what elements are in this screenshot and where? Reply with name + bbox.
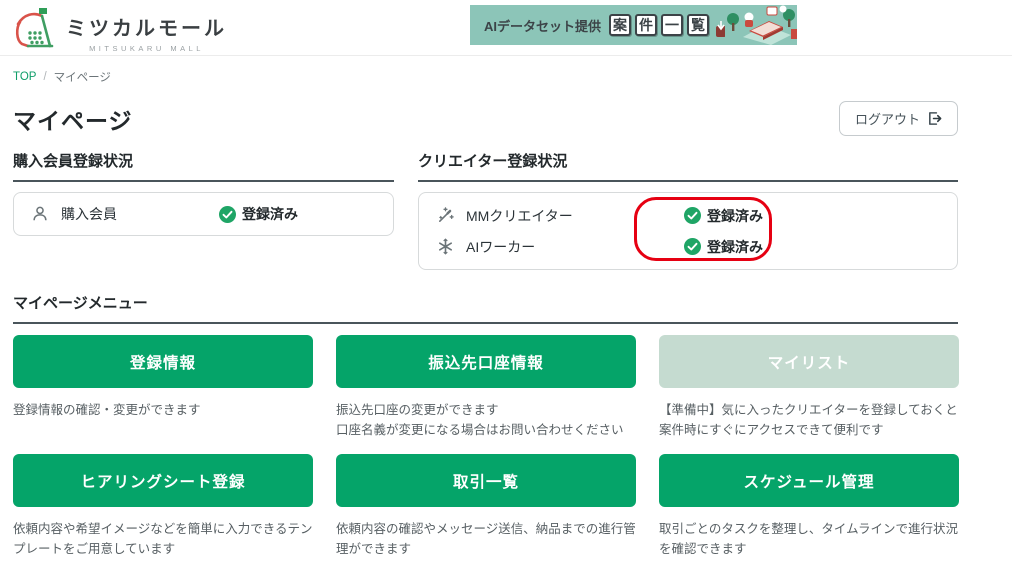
logo-title: ミツカルモール (66, 18, 227, 40)
menu-item: 登録情報 登録情報の確認・変更ができます (13, 335, 313, 440)
purchase-member-card: 購入会員 登録済み (13, 192, 394, 236)
creator-status-section: クリエイター登録状況 MMクリエイター 登録済み AIワーカー 登録済み (418, 150, 958, 270)
logout-icon (927, 111, 942, 126)
logout-button[interactable]: ログアウト (838, 101, 958, 136)
menu-section-heading: マイページメニュー (13, 292, 958, 324)
menu-description: 依頼内容や希望イメージなどを簡単に入力できるテンプレートをご用意しています (13, 522, 313, 556)
menu-item: 取引一覧 依頼内容の確認やメッセージ送信、納品までの進行管理ができます (336, 454, 636, 559)
breadcrumb-current: マイページ (53, 72, 111, 84)
creator-mm-label: MMクリエイター (466, 207, 573, 224)
ai-dataset-banner[interactable]: AIデータセット提供 案 件 一 覧 (470, 5, 797, 45)
creator-section-heading: クリエイター登録状況 (418, 150, 958, 182)
person-icon (29, 205, 51, 223)
menu-grid: 登録情報 登録情報の確認・変更ができます 振込先口座情報 振込先口座の変更ができ… (13, 335, 959, 571)
status-badge-label: 登録済み (707, 238, 763, 255)
purchase-status-section: 購入会員登録状況 購入会員 登録済み (13, 150, 394, 270)
status-badge: 登録済み (684, 206, 763, 226)
menu-button-registration-info[interactable]: 登録情報 (13, 335, 313, 388)
creator-row-ai: AIワーカー 登録済み (434, 231, 942, 262)
banner-label: AIデータセット提供 (484, 18, 602, 34)
menu-description: 依頼内容の確認やメッセージ送信、納品までの進行管理ができます (336, 522, 636, 556)
check-circle-icon (219, 205, 236, 223)
check-circle-icon (684, 207, 701, 224)
status-badge: 登録済み (684, 237, 763, 257)
menu-description: 登録情報の確認・変更ができます (13, 403, 201, 417)
menu-button-hearing-sheet[interactable]: ヒアリングシート登録 (13, 454, 313, 507)
status-badge-label: 登録済み (242, 206, 298, 222)
creator-ai-label: AIワーカー (466, 238, 536, 255)
menu-description: 振込先口座の変更ができます 口座名義が変更になる場合はお問い合わせください (336, 403, 624, 437)
mypage-menu-section: マイページメニュー 登録情報 登録情報の確認・変更ができます 振込先口座情報 振… (13, 292, 959, 571)
banner-box-char: 件 (635, 14, 658, 36)
menu-item: スケジュール管理 取引ごとのタスクを整理し、タイムラインで進行状況を確認できます (659, 454, 959, 559)
menu-button-my-list: マイリスト (659, 335, 959, 388)
banner-box-char: 案 (609, 14, 632, 36)
status-badge-label: 登録済み (707, 207, 763, 224)
my-page: ミツカルモール MITSUKARU MALL AIデータセット提供 案 件 一 … (0, 0, 1012, 571)
breadcrumb-top-link[interactable]: TOP (13, 71, 36, 83)
logout-button-label: ログアウト (854, 112, 920, 127)
breadcrumb-separator: / (43, 71, 47, 83)
menu-description: 取引ごとのタスクを整理し、タイムラインで進行状況を確認できます (659, 522, 959, 556)
breadcrumb: TOP / マイページ (13, 69, 1012, 85)
house-logo-icon (14, 6, 58, 50)
menu-description: 【準備中】気に入ったクリエイターを登録しておくと案件時にすぐにアクセスできて便利… (659, 403, 958, 437)
menu-item: マイリスト 【準備中】気に入ったクリエイターを登録しておくと案件時にすぐにアクセ… (659, 335, 959, 440)
banner-boxed-title: 案 件 一 覧 (609, 14, 710, 36)
banner-box-char: 覧 (687, 14, 710, 36)
purchase-member-label: 購入会員 (61, 206, 117, 222)
creator-status-card: MMクリエイター 登録済み AIワーカー 登録済み (418, 192, 958, 270)
site-logo[interactable]: ミツカルモール MITSUKARU MALL (14, 6, 227, 53)
logo-subtitle: MITSUKARU MALL (89, 44, 204, 53)
menu-button-transactions[interactable]: 取引一覧 (336, 454, 636, 507)
menu-button-schedule[interactable]: スケジュール管理 (659, 454, 959, 507)
hub-icon (434, 237, 456, 256)
banner-illustration (725, 5, 797, 45)
menu-item: 振込先口座情報 振込先口座の変更ができます 口座名義が変更になる場合はお問い合わ… (336, 335, 636, 440)
purchase-section-heading: 購入会員登録状況 (13, 150, 394, 182)
banner-box-char: 一 (661, 14, 684, 36)
creator-row-mm: MMクリエイター 登録済み (434, 200, 942, 231)
status-badge: 登録済み (219, 204, 298, 224)
menu-button-bank-account[interactable]: 振込先口座情報 (336, 335, 636, 388)
site-header: ミツカルモール MITSUKARU MALL AIデータセット提供 案 件 一 … (0, 0, 1012, 56)
magic-wand-icon (434, 206, 456, 225)
check-circle-icon (684, 238, 701, 255)
menu-item: ヒアリングシート登録 依頼内容や希望イメージなどを簡単に入力できるテンプレートを… (13, 454, 313, 559)
page-title: マイページ (13, 107, 133, 134)
